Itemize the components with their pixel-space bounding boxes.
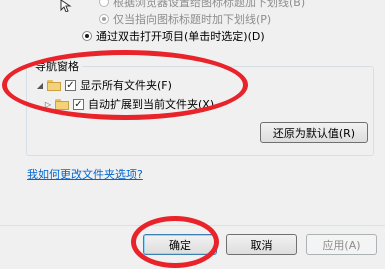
radio-button[interactable] bbox=[99, 14, 109, 24]
show-all-folders-row[interactable]: ◢ ✓ 显示所有文件夹(F) bbox=[36, 77, 172, 93]
show-all-folders-label: 显示所有文件夹(F) bbox=[80, 79, 172, 92]
radio-point-underline[interactable]: 仅当指向图标标题时加下划线(P) bbox=[99, 11, 271, 27]
mouse-pointer-icon bbox=[60, 0, 74, 12]
radio-double-click[interactable]: 通过双击打开项目(单击时选定)(D) bbox=[82, 28, 265, 44]
apply-button[interactable]: 应用(A) bbox=[306, 234, 377, 255]
collapsed-arrow-icon[interactable]: ▷ bbox=[44, 100, 52, 109]
folder-icon bbox=[47, 79, 61, 91]
folder-options-panel: 根据浏览器设置给图标标题加下划线(B) 仅当指向图标标题时加下划线(P) 通过双… bbox=[0, 0, 385, 225]
radio-button[interactable] bbox=[82, 31, 92, 41]
radio-browse-style-label: 根据浏览器设置给图标标题加下划线(B) bbox=[113, 0, 306, 9]
help-link[interactable]: 我如何更改文件夹选项? bbox=[27, 166, 143, 182]
ok-button[interactable]: 确定 bbox=[143, 234, 217, 255]
auto-expand-label: 自动扩展到当前文件夹(X) bbox=[88, 98, 215, 111]
radio-button[interactable] bbox=[99, 0, 109, 7]
radio-double-click-label: 通过双击打开项目(单击时选定)(D) bbox=[96, 30, 265, 43]
cancel-button[interactable]: 取消 bbox=[226, 234, 297, 255]
auto-expand-checkbox[interactable]: ✓ bbox=[73, 98, 84, 110]
restore-defaults-button[interactable]: 还原为默认值(R) bbox=[260, 122, 368, 143]
navigation-pane-title: 导航窗格 bbox=[32, 58, 82, 74]
radio-browse-style[interactable]: 根据浏览器设置给图标标题加下划线(B) bbox=[99, 0, 305, 10]
radio-point-underline-label: 仅当指向图标标题时加下划线(P) bbox=[113, 13, 272, 26]
show-all-folders-checkbox[interactable]: ✓ bbox=[65, 79, 76, 91]
auto-expand-row[interactable]: ▷ ✓ 自动扩展到当前文件夹(X) bbox=[44, 96, 214, 112]
folder-icon bbox=[55, 98, 69, 110]
expanded-arrow-icon[interactable]: ◢ bbox=[36, 81, 44, 90]
